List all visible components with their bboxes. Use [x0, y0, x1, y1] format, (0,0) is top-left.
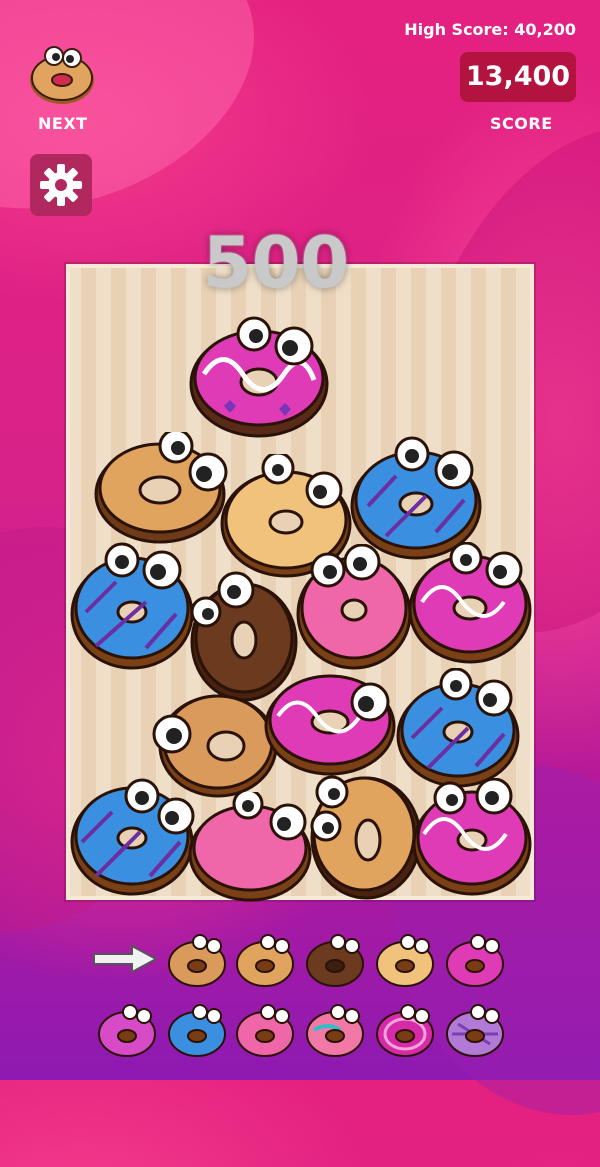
- points-popup: 500: [203, 222, 350, 304]
- next-donut-icon: [30, 46, 94, 104]
- score-value: 13,400: [460, 52, 576, 102]
- pink-frosted-donut[interactable]: [184, 792, 320, 902]
- blue-sprinkle-donut-icon: [168, 1004, 226, 1057]
- magenta-swirl-donut-icon: [376, 1004, 434, 1057]
- pink-drizzle-donut-icon: [446, 934, 504, 987]
- game-board[interactable]: [66, 264, 534, 902]
- gear-icon: [40, 164, 82, 206]
- right-arrow-icon: [93, 944, 158, 974]
- pink-frosted-donut-icon: [236, 1004, 294, 1057]
- next-label: NEXT: [38, 114, 88, 133]
- plain-donut-icon: [168, 934, 226, 987]
- pink-drizzle-donut[interactable]: [410, 778, 534, 898]
- blue-sprinkle-donut[interactable]: [66, 772, 198, 898]
- glazed-donut-icon: [236, 934, 294, 987]
- settings-button[interactable]: [30, 154, 92, 216]
- teal-sprinkle-donut-icon: [306, 1004, 364, 1057]
- glazed-donut[interactable]: [302, 768, 422, 902]
- pink-drizzle-donut[interactable]: [260, 664, 400, 780]
- purple-heart-donut-icon: [98, 1004, 156, 1057]
- high-score: High Score: 40,200: [404, 20, 576, 39]
- chocolate-sprinkle-donut-icon: [306, 934, 364, 987]
- pink-drizzle-donut[interactable]: [406, 542, 534, 668]
- pink-frosted-donut[interactable]: [292, 544, 414, 674]
- score-label: SCORE: [490, 114, 553, 133]
- white-sprinkle-donut-icon: [376, 934, 434, 987]
- magenta-heart-donut[interactable]: [184, 314, 334, 444]
- blue-sprinkle-donut[interactable]: [66, 542, 200, 674]
- glazed-donut[interactable]: [92, 432, 232, 548]
- lavender-donut-icon: [446, 1004, 504, 1057]
